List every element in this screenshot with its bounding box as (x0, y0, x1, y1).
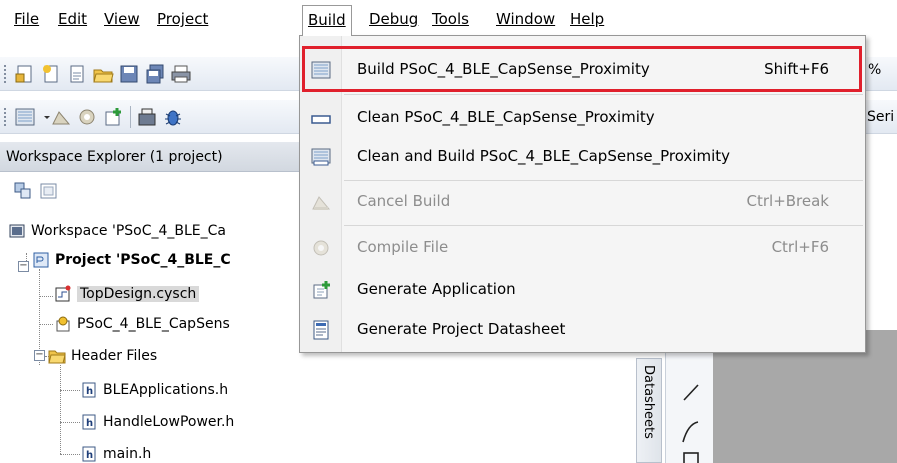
menu-item-clean-project[interactable]: Clean PSoC_4_BLE_CapSense_Proximity (300, 98, 865, 138)
tree-item-main-h[interactable]: h main.h (80, 441, 151, 463)
menu-item-clean-and-build[interactable]: Clean and Build PSoC_4_BLE_CapSense_Prox… (300, 137, 865, 177)
tree-item-handlelowpower-h[interactable]: h HandleLowPower.h (80, 409, 234, 435)
header-file-icon: h (80, 381, 98, 399)
new-project-icon[interactable] (40, 63, 62, 85)
menu-separator (344, 180, 863, 181)
build-icon (310, 59, 332, 81)
program-icon[interactable] (136, 106, 158, 128)
header-file-icon: h (80, 413, 98, 431)
debug-bug-icon[interactable] (162, 106, 184, 128)
workspace-explorer-toolbar (0, 173, 300, 209)
save-icon[interactable] (118, 63, 140, 85)
tree-item-bleapplications-h[interactable]: h BLEApplications.h (80, 377, 228, 403)
tree-item-header-files[interactable]: Header Files (48, 343, 157, 369)
clean-build-icon (310, 146, 332, 168)
curve-tool-icon (682, 421, 699, 443)
tree-connector (39, 324, 53, 325)
folder-icon (48, 347, 66, 365)
tree-item-project[interactable]: Project 'PSoC_4_BLE_C (32, 247, 231, 273)
save-all-icon[interactable] (144, 63, 166, 85)
menu-item-cancel-build[interactable]: Cancel Build Ctrl+Break (300, 182, 865, 222)
chevron-down-icon[interactable] (36, 106, 50, 128)
tree-item-design-wide-resources[interactable]: PSoC_4_BLE_CapSens (54, 311, 230, 337)
menu-tools[interactable]: Tools (428, 8, 473, 30)
rect-tool-icon (683, 452, 699, 463)
workspace-icon (8, 222, 26, 240)
workspace-explorer-header: Workspace Explorer (1 project) (0, 142, 300, 172)
menu-help[interactable]: Help (566, 8, 608, 30)
toolbar-grip[interactable] (3, 64, 7, 84)
build-icon[interactable] (14, 106, 36, 128)
generate-application-icon (310, 279, 332, 301)
cancel-build-icon (310, 191, 332, 213)
print-icon[interactable] (170, 63, 192, 85)
tree-connector (60, 454, 80, 455)
generate-application-icon[interactable] (102, 106, 124, 128)
open-folder-icon[interactable] (92, 63, 114, 85)
menu-project[interactable]: Project (153, 8, 212, 30)
menu-item-generate-application[interactable]: Generate Application (300, 270, 865, 310)
schematic-icon (54, 285, 72, 303)
project-expander[interactable]: − (18, 261, 29, 272)
toolbar-grip[interactable] (3, 107, 7, 127)
datasheet-icon (310, 319, 332, 341)
svg-text:h: h (86, 386, 93, 397)
workspace-tree: − − Workspace 'PSoC_4_BLE_Ca Project 'PS… (0, 209, 300, 463)
menu-view[interactable]: View (100, 8, 144, 30)
new-workspace-icon[interactable] (14, 63, 36, 85)
toolbar-separator (130, 106, 131, 128)
datasheets-tab[interactable]: Datasheets (636, 358, 662, 463)
tree-connector (60, 390, 80, 391)
compile-file-icon[interactable] (76, 106, 98, 128)
tree-connector (60, 365, 61, 454)
menu-separator (344, 225, 863, 226)
compile-file-icon (310, 237, 332, 259)
menu-edit[interactable]: Edit (54, 8, 91, 30)
cancel-build-icon[interactable] (50, 106, 72, 128)
serial-dropdown-fragment[interactable]: Seri (867, 109, 894, 125)
svg-text:h: h (86, 418, 93, 429)
menu-window[interactable]: Window (492, 8, 559, 30)
header-file-icon: h (80, 445, 98, 463)
menu-bar: File Edit View Project Build Debug Tools… (0, 0, 897, 36)
properties-icon[interactable] (12, 180, 34, 202)
build-menu-dropdown: Build PSoC_4_BLE_CapSense_Proximity Shif… (299, 35, 866, 353)
menu-item-build-project[interactable]: Build PSoC_4_BLE_CapSense_Proximity Shif… (300, 50, 865, 90)
menu-item-generate-datasheet[interactable]: Generate Project Datasheet (300, 310, 865, 350)
clean-icon (310, 107, 332, 129)
menu-debug[interactable]: Debug (365, 8, 422, 30)
menu-build[interactable]: Build (302, 5, 352, 36)
line-tool-icon (683, 384, 699, 401)
new-file-icon[interactable] (66, 63, 88, 85)
header-files-expander[interactable]: − (34, 350, 45, 361)
menu-file[interactable]: File (10, 8, 43, 30)
menu-separator (344, 94, 863, 95)
collapse-all-icon[interactable] (38, 180, 60, 202)
project-icon (32, 251, 50, 269)
design-wide-icon (54, 315, 72, 333)
tree-item-workspace[interactable]: Workspace 'PSoC_4_BLE_Ca (8, 218, 226, 244)
tree-connector (39, 296, 53, 297)
svg-text:h: h (86, 450, 93, 461)
toolbar-fragment-text: % (868, 62, 882, 78)
menu-item-compile-file[interactable]: Compile File Ctrl+F6 (300, 228, 865, 268)
tree-item-topdesign[interactable]: TopDesign.cysch (54, 281, 200, 307)
tree-connector (60, 422, 80, 423)
